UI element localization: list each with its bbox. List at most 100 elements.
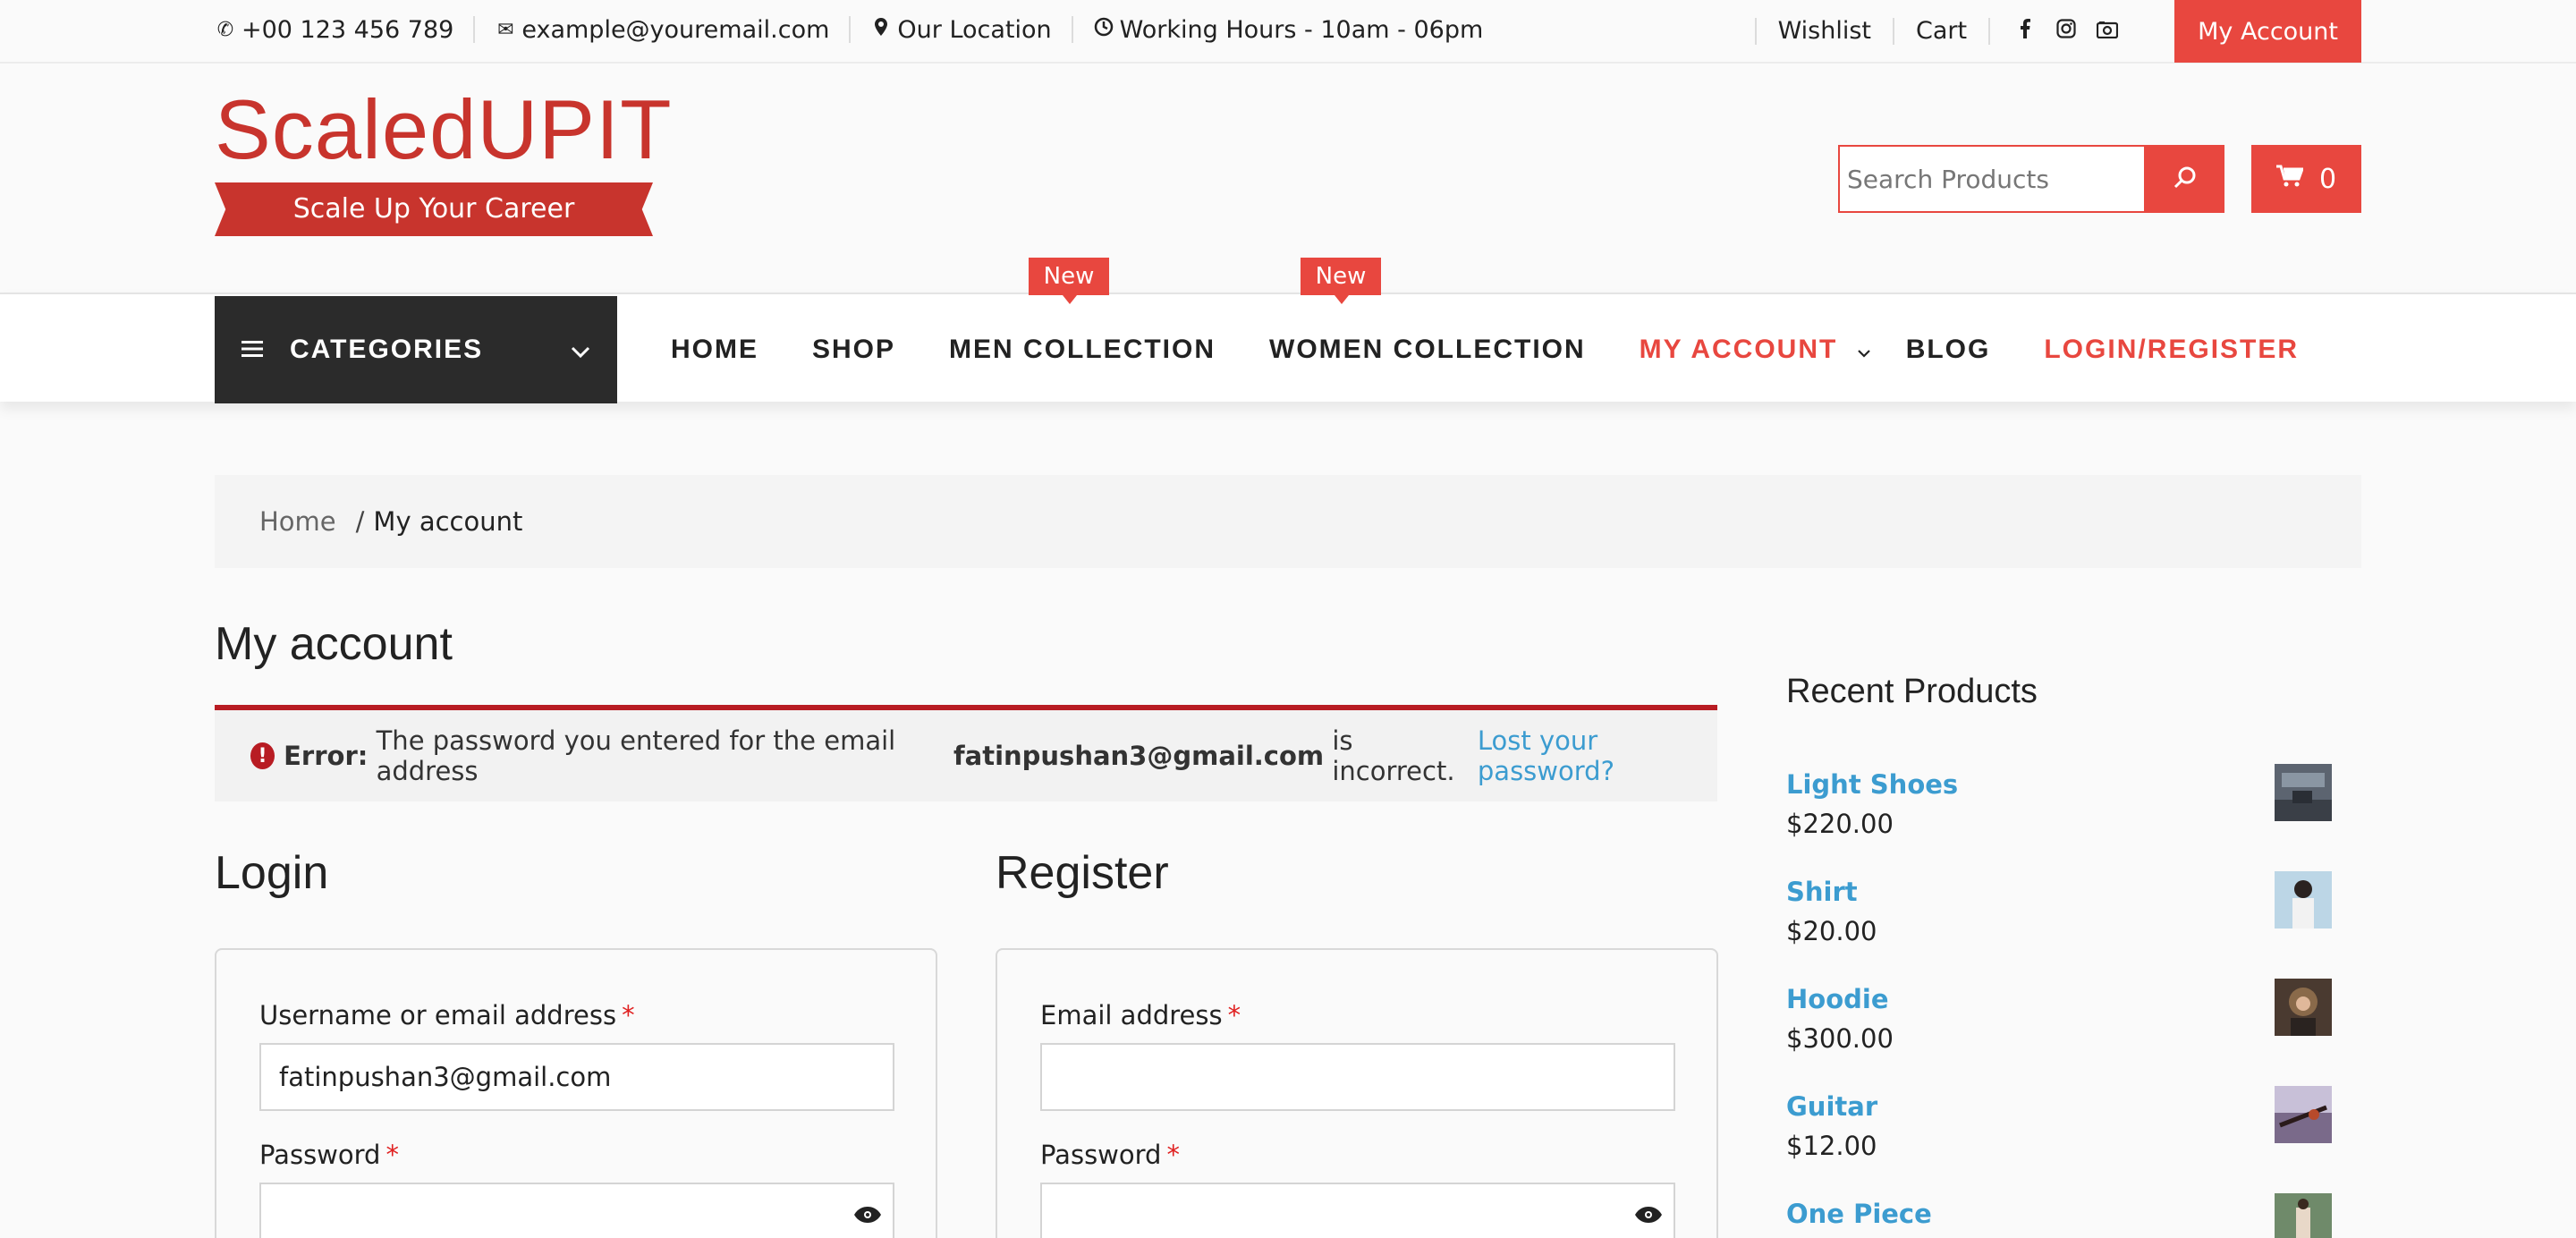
- main-navigation: CATEGORIES HOME SHOP MEN COLLECTION WOME…: [0, 293, 2576, 403]
- login-title: Login: [215, 847, 329, 899]
- product-name[interactable]: Guitar: [1786, 1091, 2332, 1122]
- nav-home[interactable]: HOME: [671, 335, 758, 365]
- required-mark: *: [1227, 1000, 1241, 1030]
- product-name[interactable]: One Piece: [1786, 1199, 2332, 1229]
- hours-info: Working Hours - 10am - 06pm: [1093, 15, 1484, 44]
- search-input[interactable]: [1838, 145, 2146, 213]
- error-notice: ! Error: The password you entered for th…: [215, 705, 1717, 801]
- hamburger-icon: [242, 335, 263, 364]
- recent-product-item[interactable]: Hoodie $300.00: [1786, 979, 2332, 1082]
- password-label-text: Password: [259, 1140, 381, 1170]
- nav-my-account-label: MY ACCOUNT: [1639, 335, 1838, 364]
- product-price: $20.00: [1786, 916, 1877, 946]
- categories-dropdown[interactable]: CATEGORIES: [215, 296, 617, 403]
- register-email-label: Email address *: [1040, 1000, 1241, 1030]
- divider: [849, 16, 852, 43]
- recent-product-item[interactable]: Shirt $20.00: [1786, 871, 2332, 975]
- email-text: example@youremail.com: [521, 15, 830, 44]
- breadcrumb-home[interactable]: Home: [259, 506, 336, 537]
- password-label: Password *: [259, 1140, 399, 1170]
- username-label: Username or email address *: [259, 1000, 635, 1030]
- email-info: ✉ example@youremail.com: [495, 16, 829, 44]
- show-password-eye-icon[interactable]: [1634, 1200, 1663, 1230]
- cart-link[interactable]: Cart: [1893, 18, 1988, 45]
- register-password-label: Password *: [1040, 1140, 1180, 1170]
- hours-text: Working Hours - 10am - 06pm: [1119, 15, 1484, 44]
- categories-label: CATEGORIES: [290, 335, 484, 364]
- error-text-after: is incorrect.: [1332, 725, 1455, 786]
- nav-women-collection[interactable]: WOMEN COLLECTION: [1269, 335, 1586, 365]
- login-form: Username or email address* Password*: [215, 948, 937, 1238]
- nav-men-collection-label: MEN COLLECTION: [949, 335, 1216, 364]
- error-prefix: Error:: [284, 741, 369, 771]
- search-icon: [2173, 165, 2198, 193]
- logo-title: ScaledUPIT: [215, 82, 673, 176]
- new-badge-men: New: [1029, 258, 1109, 304]
- nav-shop[interactable]: SHOP: [812, 335, 895, 365]
- clock-icon: [1093, 17, 1114, 42]
- product-name[interactable]: Hoodie: [1786, 984, 2332, 1014]
- lost-password-link[interactable]: Lost your password?: [1478, 725, 1717, 786]
- register-form: Email address * Password *: [996, 948, 1718, 1238]
- chevron-down-icon: [571, 335, 590, 366]
- phone-text: +00 123 456 789: [242, 15, 454, 44]
- phone-icon: ✆: [216, 18, 234, 41]
- cart-count: 0: [2318, 163, 2337, 195]
- camera-icon[interactable]: [2087, 19, 2128, 44]
- new-badge-women: New: [1301, 258, 1381, 304]
- product-thumbnail[interactable]: [2275, 764, 2332, 821]
- product-thumbnail[interactable]: [2275, 979, 2332, 1036]
- instagram-icon[interactable]: [2046, 19, 2087, 44]
- top-bar: ✆ +00 123 456 789 ✉ example@youremail.co…: [0, 0, 2576, 64]
- error-email: fatinpushan3@gmail.com: [953, 741, 1325, 771]
- location-text: Our Location: [897, 15, 1052, 44]
- product-price: $300.00: [1786, 1023, 1894, 1054]
- divider: [1071, 16, 1073, 43]
- product-price: $12.00: [1786, 1131, 1877, 1161]
- phone-info: ✆ +00 123 456 789: [215, 15, 454, 44]
- page-title: My account: [215, 618, 453, 670]
- recent-product-item[interactable]: One Piece: [1786, 1193, 2332, 1238]
- register-email-input[interactable]: [1040, 1043, 1675, 1111]
- location-info: Our Location: [870, 15, 1052, 44]
- product-thumbnail[interactable]: [2275, 1086, 2332, 1143]
- social-links: [1988, 18, 2128, 45]
- wishlist-link[interactable]: Wishlist: [1754, 18, 1893, 45]
- product-search: [1838, 145, 2224, 213]
- recent-product-item[interactable]: Guitar $12.00: [1786, 1086, 2332, 1190]
- product-name[interactable]: Light Shoes: [1786, 769, 2332, 800]
- divider: [473, 16, 476, 43]
- nav-my-account[interactable]: MY ACCOUNT: [1640, 335, 1870, 365]
- error-icon: !: [250, 742, 275, 769]
- nav-login-register[interactable]: LOGIN/REGISTER: [2044, 335, 2299, 365]
- chevron-down-icon: [1857, 335, 1870, 365]
- product-thumbnail[interactable]: [2275, 1193, 2332, 1238]
- register-password-label-text: Password: [1040, 1140, 1162, 1170]
- recent-product-item[interactable]: Light Shoes $220.00: [1786, 764, 2332, 868]
- password-input[interactable]: [259, 1183, 894, 1238]
- nav-blog[interactable]: BLOG: [1906, 335, 1991, 365]
- nav-menu: HOME SHOP MEN COLLECTION WOMEN COLLECTIO…: [671, 296, 2352, 403]
- my-account-button[interactable]: My Account: [2174, 0, 2361, 63]
- register-title: Register: [996, 847, 1169, 899]
- facebook-icon[interactable]: [2004, 19, 2046, 44]
- nav-men-collection[interactable]: MEN COLLECTION: [949, 335, 1216, 365]
- search-button[interactable]: [2146, 145, 2224, 213]
- site-logo[interactable]: ScaledUPIT Scale Up Your Career: [215, 82, 673, 236]
- product-thumbnail[interactable]: [2275, 871, 2332, 928]
- username-input[interactable]: [259, 1043, 894, 1111]
- register-email-label-text: Email address: [1040, 1000, 1223, 1030]
- logo-tagline: Scale Up Your Career: [215, 182, 653, 236]
- show-password-eye-icon[interactable]: [853, 1200, 882, 1230]
- error-text-before: The password you entered for the email a…: [376, 725, 896, 786]
- map-pin-icon: [870, 18, 892, 41]
- required-mark: *: [1166, 1140, 1180, 1170]
- product-price: $220.00: [1786, 809, 1894, 839]
- breadcrumb-current: My account: [373, 506, 523, 537]
- header-cart-button[interactable]: 0: [2251, 145, 2361, 213]
- required-mark: *: [622, 1000, 635, 1030]
- username-label-text: Username or email address: [259, 1000, 617, 1030]
- product-name[interactable]: Shirt: [1786, 877, 2332, 907]
- envelope-icon: ✉: [497, 18, 514, 41]
- register-password-input[interactable]: [1040, 1183, 1675, 1238]
